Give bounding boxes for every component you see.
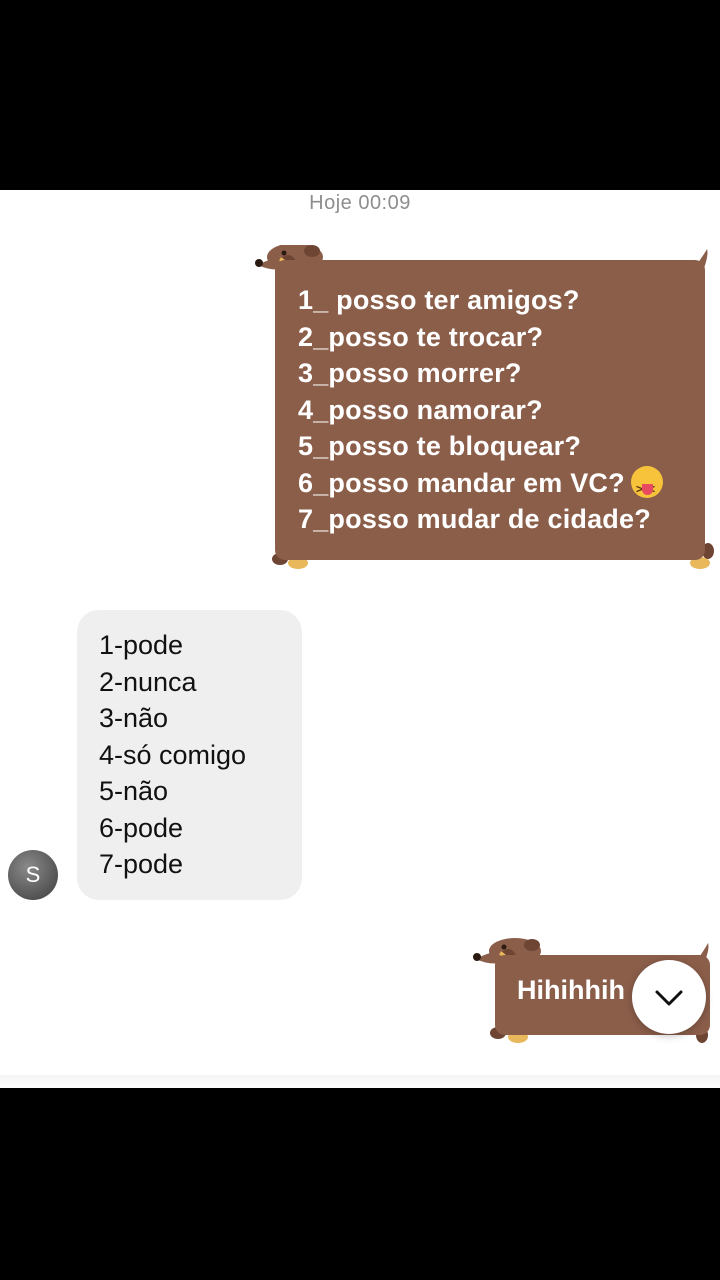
message-line: 3_posso morrer? [298,358,522,388]
message-line: 4_posso namorar? [298,394,543,425]
message-line: 5-não [99,776,169,806]
scroll-to-bottom-button[interactable] [632,960,706,1034]
message-line: 3-não [99,703,169,733]
received-message-bubble[interactable]: 1-pode 2-nunca 3-não 4-só comigo 5-não 6… [77,610,302,900]
chat-thread[interactable]: Hoje 00:09 1_ posso ter amigos? 2_posso … [0,190,720,1088]
message-line: 7_posso mudar de cidade? [298,504,651,534]
message-line: 1_ posso ter amigos? [298,285,580,315]
squinting-face-with-tongue-icon [630,465,663,507]
message-line: 1-pode [99,630,184,660]
chevron-down-icon [655,990,683,1006]
sent-message-bubble[interactable]: 1_ posso ter amigos? 2_posso te trocar? … [250,245,715,575]
message-line: 6-pode [99,812,184,843]
message-line: 4-só comigo [99,739,247,770]
message-line: 5_posso te bloquear? [298,431,582,461]
avatar[interactable]: S [8,850,58,900]
composer-shadow [0,1075,720,1088]
message-line: 2-nunca [99,666,197,697]
message-line: 2_posso te trocar? [298,321,544,352]
message-line: 6_posso mandar em VC? [298,467,625,498]
message-timestamp: Hoje 00:09 [309,192,411,214]
message-line: 7-pode [99,849,184,879]
